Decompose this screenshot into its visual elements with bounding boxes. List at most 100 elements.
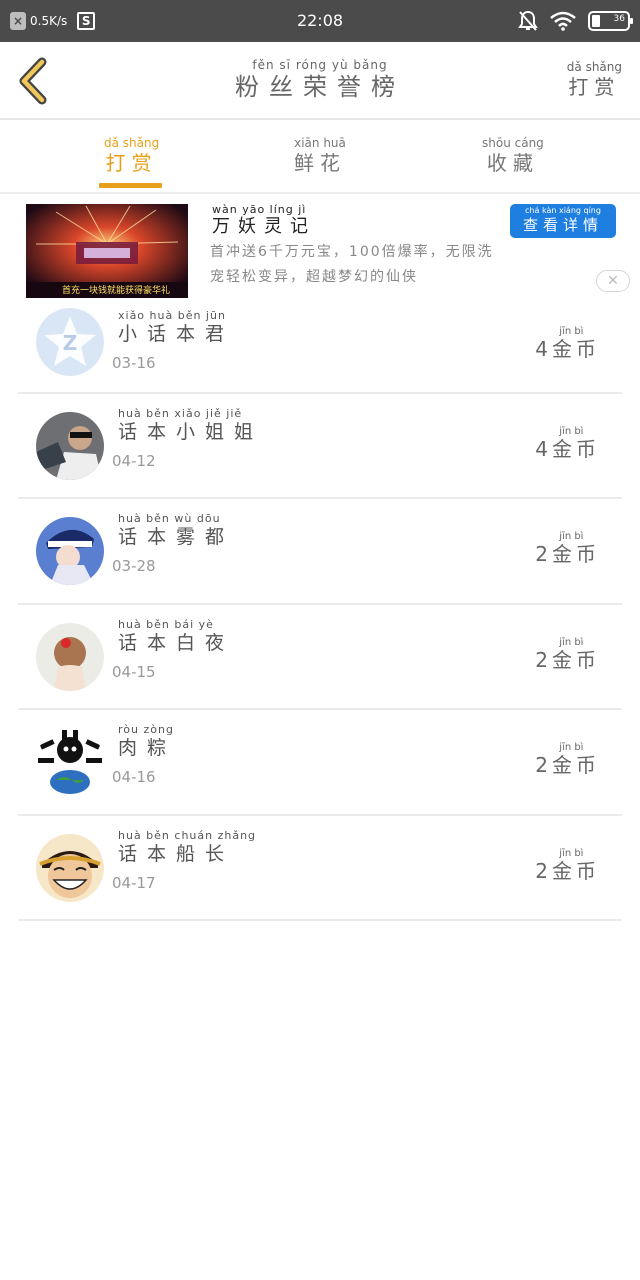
- avatar[interactable]: [36, 728, 104, 797]
- avatar[interactable]: Z: [36, 308, 104, 376]
- battery-level: [592, 15, 600, 27]
- ad-banner[interactable]: 首充一块钱就能获得豪华礼 wàn yāo líng jì 万妖灵记 chá kà…: [0, 196, 640, 300]
- reward-date: 04-15: [112, 662, 156, 681]
- user-name-pinyin: huà běn chuán zhǎng: [118, 828, 257, 842]
- reward-amount-value: 2金币: [535, 858, 600, 883]
- user-name-text: 小话本君: [118, 323, 235, 345]
- reward-amount-pinyin: jīn bì: [559, 531, 584, 543]
- reward-amount-value: 2金币: [535, 753, 600, 778]
- user-name: huà běn bái yè 话本白夜: [118, 617, 235, 655]
- luffy-avatar: [36, 833, 104, 902]
- ad-image-caption: 首充一块钱就能获得豪华礼: [62, 284, 170, 296]
- user-name-text: 话本小姐姐: [118, 421, 264, 443]
- tab-favorites-label: 收藏: [486, 151, 539, 175]
- title-bar: fěn sī róng yù bǎng 粉丝荣誉榜 dǎ shǎng 打赏: [0, 42, 640, 120]
- reward-amount: jīn bì 2金币: [535, 742, 600, 777]
- reward-amount-value: 4金币: [535, 337, 600, 361]
- user-name: huà běn wù dōu 话本雾都: [118, 513, 234, 549]
- page-title-text: 粉丝荣誉榜: [235, 73, 405, 101]
- tab-flowers-label: 鲜花: [294, 151, 346, 175]
- reward-date: 03-16: [112, 354, 156, 372]
- user-name: xiǎo huà běn jūn 小话本君: [118, 310, 234, 346]
- user-name-text: 肉粽: [118, 737, 177, 760]
- reward-amount-pinyin: jīn bì: [559, 847, 584, 859]
- view-details-pinyin: chá kàn xiáng qíng: [525, 206, 601, 215]
- reward-amount-value: 2金币: [535, 647, 600, 672]
- battery-icon: 36: [588, 11, 633, 31]
- list-item[interactable]: huà běn chuán zhǎng 话本船长 04-17 jīn bì 2金…: [18, 816, 622, 921]
- reward-amount: jīn bì 4金币: [535, 426, 600, 461]
- tab-reward-pinyin: dǎ shǎng: [104, 136, 160, 150]
- reward-amount-pinyin: jīn bì: [559, 742, 584, 754]
- list-item[interactable]: huà běn bái yè 话本白夜 04-15 jīn bì 2金币: [18, 605, 622, 711]
- active-tab-indicator: [99, 183, 162, 188]
- page-title: fěn sī róng yù bǎng 粉丝荣誉榜: [0, 58, 640, 102]
- tab-reward[interactable]: dǎ shǎng 打赏: [104, 136, 159, 176]
- tab-bar: dǎ shǎng 打赏 xiān huā 鲜花 shōu cáng 收藏: [0, 120, 640, 194]
- bell-off-icon: [518, 10, 538, 31]
- z-logo-icon: Z: [36, 308, 104, 376]
- ad-description-line1: 首冲送6千万元宝，100倍爆率，无限洗: [210, 244, 494, 260]
- tab-reward-label: 打赏: [105, 151, 158, 175]
- view-details-button[interactable]: chá kàn xiáng qíng 查看详情: [510, 204, 616, 238]
- user-name-pinyin: ròu zòng: [118, 723, 174, 737]
- reward-amount-value: 2金币: [535, 542, 600, 567]
- svg-text:Z: Z: [63, 331, 78, 355]
- user-name-pinyin: huà běn bái yè: [118, 617, 214, 631]
- girl-avatar: [36, 622, 104, 691]
- ad-title: wàn yāo líng jì 万妖灵记: [212, 204, 316, 238]
- reward-amount-value: 4金币: [535, 437, 600, 461]
- list-item[interactable]: Z xiǎo huà běn jūn 小话本君 03-16 jīn bì 4金币: [18, 300, 622, 394]
- ad-title-text: 万妖灵记: [212, 216, 316, 237]
- user-name: huà běn xiǎo jiě jiě 话本小姐姐: [118, 408, 263, 444]
- fireworks-image: 首充一块钱就能获得豪华礼: [26, 204, 188, 298]
- battery-percent: 36: [613, 14, 625, 24]
- user-name-text: 话本船长: [118, 842, 235, 865]
- ad-close-button[interactable]: ✕: [596, 270, 630, 292]
- tab-flowers[interactable]: xiān huā 鲜花: [294, 136, 346, 176]
- reward-date: 04-17: [112, 873, 156, 892]
- reward-date: 04-16: [112, 768, 156, 787]
- tab-flowers-pinyin: xiān huā: [294, 136, 346, 150]
- reward-date: 03-28: [112, 557, 156, 576]
- reward-amount-pinyin: jīn bì: [559, 426, 584, 437]
- anime-avatar: [36, 517, 104, 586]
- page-title-pinyin: fěn sī róng yù bǎng: [252, 58, 388, 72]
- reward-amount-pinyin: jīn bì: [559, 636, 584, 648]
- reward-amount: jīn bì 4金币: [535, 326, 600, 361]
- list-item[interactable]: ròu zòng 肉粽 04-16 jīn bì 2金币: [18, 710, 622, 816]
- reward-amount: jīn bì 2金币: [535, 848, 600, 883]
- user-name: huà běn chuán zhǎng 话本船长: [118, 828, 257, 866]
- user-name-pinyin: huà běn wù dōu: [118, 512, 221, 526]
- list-item[interactable]: huà běn wù dōu 话本雾都 03-28 jīn bì 2金币: [18, 499, 622, 605]
- tab-favorites[interactable]: shōu cáng 收藏: [482, 136, 544, 176]
- reward-amount-pinyin: jīn bì: [559, 326, 584, 337]
- avatar[interactable]: [36, 412, 104, 480]
- avatar[interactable]: [36, 622, 104, 691]
- ad-description: 首冲送6千万元宝，100倍爆率，无限洗 宠轻松变异，超越梦幻的仙侠: [210, 240, 630, 290]
- user-name-text: 话本雾都: [118, 526, 235, 549]
- user-name-pinyin: huà běn xiǎo jiě jiě: [118, 407, 243, 420]
- reward-list: Z xiǎo huà běn jūn 小话本君 03-16 jīn bì 4金币…: [18, 300, 622, 921]
- close-icon: ✕: [607, 273, 619, 289]
- tab-favorites-pinyin: shōu cáng: [482, 136, 544, 150]
- user-name-text: 话本白夜: [118, 631, 235, 654]
- reward-link[interactable]: dǎ shǎng 打赏: [567, 60, 622, 100]
- avatar[interactable]: [36, 517, 104, 586]
- user-name: ròu zòng 肉粽: [118, 724, 176, 760]
- view-details-label: 查看详情: [522, 216, 603, 234]
- person-avatar: [36, 412, 104, 480]
- wifi-icon: [550, 11, 576, 31]
- reward-amount: jīn bì 2金币: [535, 531, 600, 566]
- avatar[interactable]: [36, 833, 104, 902]
- reward-link-label: 打赏: [568, 75, 621, 99]
- octopus-globe-avatar: [36, 728, 104, 797]
- reward-date: 04-12: [112, 452, 156, 470]
- ad-image[interactable]: 首充一块钱就能获得豪华礼: [26, 204, 188, 298]
- reward-link-pinyin: dǎ shǎng: [566, 60, 622, 74]
- list-item[interactable]: huà běn xiǎo jiě jiě 话本小姐姐 04-12 jīn bì …: [18, 394, 622, 500]
- status-bar: × 0.5K/s S 22:08 36: [0, 0, 640, 42]
- reward-amount: jīn bì 2金币: [535, 637, 600, 672]
- status-right: 36: [518, 9, 633, 33]
- user-name-pinyin: xiǎo huà běn jūn: [118, 309, 226, 322]
